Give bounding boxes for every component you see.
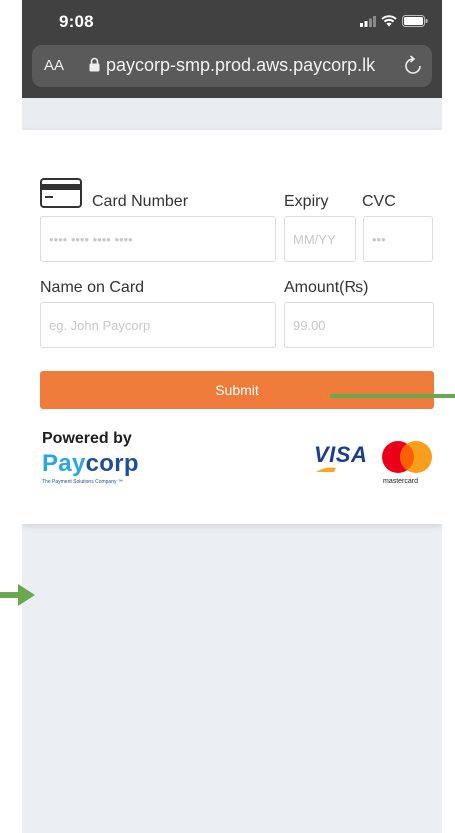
status-time: 9:08 [59, 12, 94, 31]
card-number-label: Card Number [92, 193, 189, 210]
mastercard-logo-icon [382, 441, 432, 473]
page-background-band [22, 98, 442, 130]
cvc-field[interactable] [363, 216, 433, 262]
annotation-arrow-icon [0, 584, 35, 606]
card-number-field[interactable] [40, 216, 276, 262]
paycorp-tagline: The Payment Solutions Company ™ [42, 479, 123, 485]
card-number-input[interactable] [41, 217, 275, 261]
name-on-card-field[interactable] [40, 302, 276, 348]
expiry-field[interactable] [284, 216, 356, 262]
annotation-arrow-icon [330, 394, 455, 398]
expiry-label: Expiry [284, 193, 329, 210]
visa-swoosh-icon [316, 467, 336, 472]
amount-field[interactable] [284, 302, 434, 348]
browser-chrome: 9:08 AA paycorp-smp.prod.aws.paycorp.lk [22, 0, 442, 98]
name-on-card-input[interactable] [41, 303, 275, 347]
amount-input[interactable] [285, 303, 433, 347]
credit-card-icon [40, 178, 82, 208]
address-bar[interactable]: AA paycorp-smp.prod.aws.paycorp.lk [32, 45, 432, 87]
cvc-input[interactable] [364, 217, 432, 261]
mastercard-wordmark: mastercard [383, 478, 419, 485]
lock-icon [89, 57, 100, 72]
paycorp-logo-suffix: corp [85, 450, 139, 477]
paycorp-logo-prefix: Pay [42, 450, 86, 477]
cvc-label: CVC [362, 193, 396, 210]
visa-logo: VISA [314, 442, 368, 467]
payment-form-card: Card Number Expiry CVC Name on Card Amou… [22, 130, 442, 524]
powered-by-label: Powered by [42, 430, 132, 447]
name-on-card-label: Name on Card [40, 279, 145, 296]
wifi-icon [381, 15, 397, 27]
status-icons [360, 15, 428, 27]
amount-label: Amount(₨) [284, 279, 369, 296]
expiry-input[interactable] [285, 217, 355, 261]
text-size-button[interactable]: AA [44, 57, 64, 74]
cellular-signal-icon [360, 15, 376, 27]
phone-screen: 9:08 AA paycorp-smp.prod.aws.paycorp.lk … [22, 0, 442, 833]
paycorp-logo: Paycorp [42, 450, 139, 478]
url-text[interactable]: paycorp-smp.prod.aws.paycorp.lk [106, 55, 375, 76]
battery-icon [402, 15, 428, 27]
reload-icon[interactable] [404, 55, 422, 75]
